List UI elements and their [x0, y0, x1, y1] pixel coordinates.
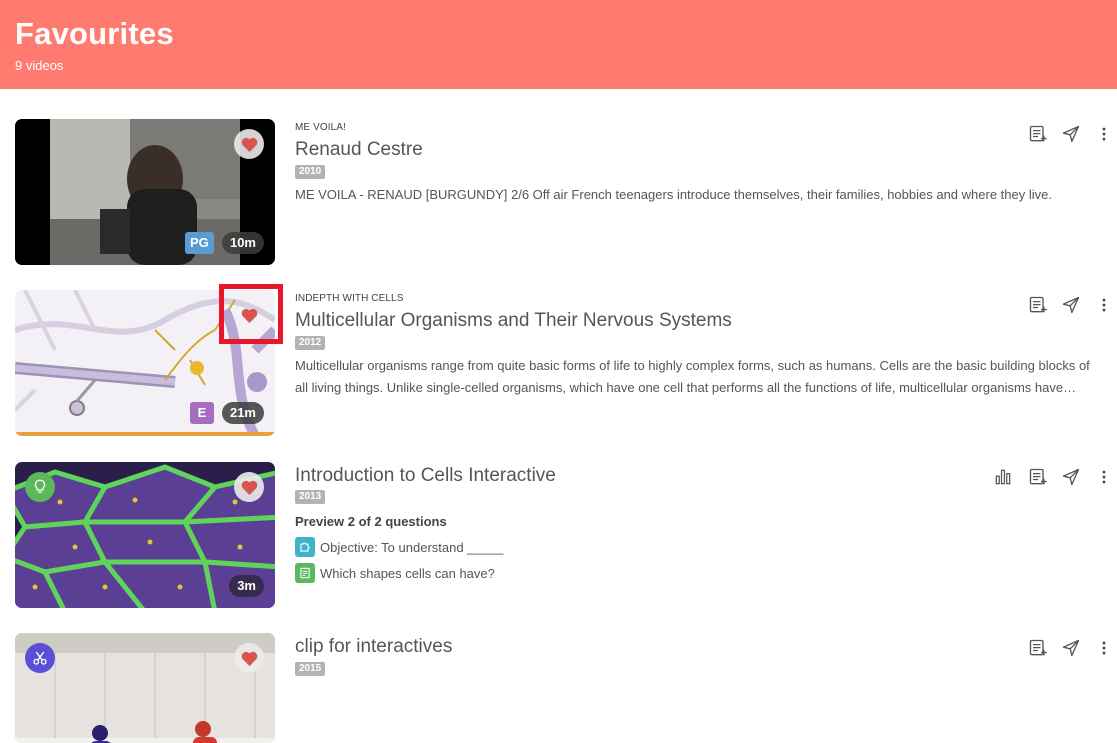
playlist-add-icon — [1029, 468, 1047, 485]
preview-title: Preview 2 of 2 questions — [295, 514, 447, 529]
question-text: Objective: To understand _____ — [320, 539, 504, 555]
send-icon — [1062, 468, 1080, 486]
question-item[interactable]: Objective: To understand _____ — [295, 537, 503, 557]
puzzle-icon — [295, 537, 315, 557]
heart-icon — [241, 480, 257, 495]
series-label[interactable]: INDEPTH WITH CELLS — [295, 293, 403, 304]
video-item: clip for interactives 2015 — [0, 633, 1117, 743]
video-thumbnail[interactable] — [15, 633, 275, 743]
rating-badge: E — [190, 402, 214, 424]
favourite-button[interactable] — [234, 129, 264, 159]
watch-progress-bar — [15, 432, 275, 436]
duration-badge: 21m — [221, 402, 264, 424]
favourite-button[interactable] — [234, 472, 264, 502]
share-button[interactable] — [1060, 294, 1082, 316]
bar-chart-icon — [995, 469, 1011, 485]
add-to-playlist-button[interactable] — [1027, 466, 1049, 488]
question-text: Which shapes cells can have? — [320, 565, 495, 581]
video-title[interactable]: Multicellular Organisms and Their Nervou… — [295, 310, 732, 332]
clip-badge — [25, 643, 55, 673]
video-title[interactable]: clip for interactives — [295, 636, 452, 658]
add-to-playlist-button[interactable] — [1027, 123, 1049, 145]
duration-badge: 10m — [221, 232, 264, 254]
playlist-add-icon — [1029, 639, 1047, 656]
video-item: E 21m INDEPTH WITH CELLS Multicellular O… — [0, 290, 1117, 437]
more-options-button[interactable] — [1093, 466, 1115, 488]
more-vertical-icon — [1102, 470, 1106, 484]
more-vertical-icon — [1102, 127, 1106, 141]
lightbulb-icon — [34, 479, 46, 493]
video-thumbnail[interactable]: 3m — [15, 462, 275, 608]
share-button[interactable] — [1060, 466, 1082, 488]
interactive-badge — [25, 472, 55, 502]
page-title: Favourites — [15, 16, 174, 51]
more-options-button[interactable] — [1093, 123, 1115, 145]
video-title[interactable]: Introduction to Cells Interactive — [295, 465, 556, 487]
share-button[interactable] — [1060, 637, 1082, 659]
duration-badge: 3m — [229, 575, 264, 597]
question-item[interactable]: Which shapes cells can have? — [295, 563, 495, 583]
video-thumbnail[interactable]: PG 10m — [15, 119, 275, 265]
series-label[interactable]: ME VOILA! — [295, 122, 346, 133]
year-badge: 2015 — [295, 662, 326, 676]
heart-icon — [241, 651, 257, 666]
heart-icon — [241, 137, 257, 152]
add-to-playlist-button[interactable] — [1027, 294, 1049, 316]
playlist-add-icon — [1029, 125, 1047, 142]
more-vertical-icon — [1102, 641, 1106, 655]
more-vertical-icon — [1102, 298, 1106, 312]
video-item: 3m Introduction to Cells Interactive 201… — [0, 462, 1117, 608]
page-header: Favourites 9 videos — [0, 0, 1117, 89]
more-options-button[interactable] — [1093, 637, 1115, 659]
share-button[interactable] — [1060, 123, 1082, 145]
year-badge: 2013 — [295, 490, 326, 504]
video-description: Multicellular organisms range from quite… — [295, 358, 1090, 395]
more-options-button[interactable] — [1093, 294, 1115, 316]
video-count: 9 videos — [15, 58, 64, 73]
year-badge: 2012 — [295, 336, 326, 350]
video-description: ME VOILA - RENAUD [BURGUNDY] 2/6 Off air… — [295, 187, 1052, 202]
video-title[interactable]: Renaud Cestre — [295, 139, 423, 161]
highlight-box — [219, 284, 283, 344]
document-icon — [295, 563, 315, 583]
scissors-icon — [33, 651, 47, 665]
rating-badge: PG — [185, 232, 214, 254]
video-item: PG 10m ME VOILA! Renaud Cestre 2010 ME V… — [0, 119, 1117, 265]
favourite-button[interactable] — [234, 643, 264, 673]
send-icon — [1062, 639, 1080, 657]
add-to-playlist-button[interactable] — [1027, 637, 1049, 659]
send-icon — [1062, 296, 1080, 314]
playlist-add-icon — [1029, 296, 1047, 313]
send-icon — [1062, 125, 1080, 143]
year-badge: 2010 — [295, 165, 326, 179]
stats-button[interactable] — [992, 466, 1014, 488]
